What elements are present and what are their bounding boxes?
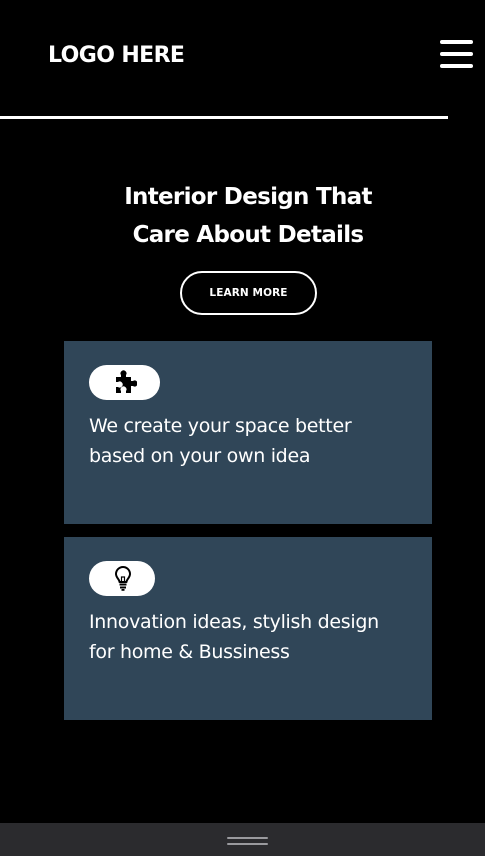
- icon-badge: [89, 365, 160, 400]
- icon-badge: [89, 561, 155, 596]
- feature-card-text-line-1: We create your space better: [89, 415, 352, 437]
- lightbulb-icon: [115, 566, 131, 591]
- learn-more-button[interactable]: LEARN MORE: [180, 271, 317, 315]
- feature-card-text: Innovation ideas, stylish design for hom…: [89, 607, 424, 667]
- hero-title-line-2: Care About Details: [132, 222, 365, 248]
- puzzle-piece-icon: [116, 370, 137, 393]
- drag-handle-line-bottom: [227, 843, 268, 845]
- feature-card-text-line-2: for home & Bussiness: [89, 641, 290, 663]
- feature-card-innovation: Innovation ideas, stylish design for hom…: [64, 537, 432, 720]
- feature-card-text: We create your space better based on you…: [89, 411, 424, 471]
- logo[interactable]: LOGO HERE: [48, 40, 185, 72]
- bottom-bar: [0, 823, 485, 856]
- feature-card-space: We create your space better based on you…: [64, 341, 432, 524]
- hamburger-menu-icon[interactable]: [440, 39, 473, 69]
- menu-bar-bottom: [440, 64, 473, 68]
- menu-bar-middle: [440, 52, 473, 56]
- header-divider: [0, 116, 448, 119]
- menu-bar-top: [440, 40, 473, 44]
- feature-card-text-line-2: based on your own idea: [89, 445, 311, 467]
- hero-title-line-1: Interior Design That: [124, 184, 372, 210]
- drag-handle-line-top: [227, 837, 268, 839]
- hero-title: Interior Design That Care About Details: [60, 178, 436, 254]
- feature-card-text-line-1: Innovation ideas, stylish design: [89, 611, 379, 633]
- drag-handle-icon[interactable]: [227, 836, 268, 846]
